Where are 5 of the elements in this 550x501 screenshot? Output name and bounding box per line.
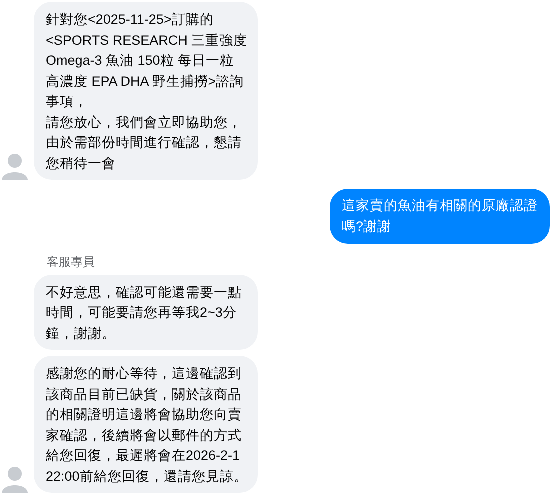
message-bubble: 這家賣的魚油有相關的原廠認證嗎?謝謝 <box>330 189 550 244</box>
message-bubble: 針對您<2025-11-25>訂購的<SPORTS RESEARCH 三重強度 Omega-3 魚油 150粒 每日一粒高濃度 EPA DHA 野生捕撈>諮詢事項， 請您放心，我們會立即協助您，由於需部份時間進行確認，懇請您稍待一會 <box>34 2 258 180</box>
sender-name: 客服專員 <box>47 255 95 269</box>
message-bubble: 不好意思，確認可能還需要一點時間，可能要請您再等我2~3分鐘，謝謝。 <box>34 274 258 350</box>
message-bubble: 感謝您的耐心等待，這邊確認到該商品目前已缺貨，關於該商品的相關證明這邊將會協助您向賣家確認，後續將會以郵件的方式給您回復，最遲將會在2026-2-1 22:00前給您回復，還請您見諒。 <box>34 356 258 493</box>
